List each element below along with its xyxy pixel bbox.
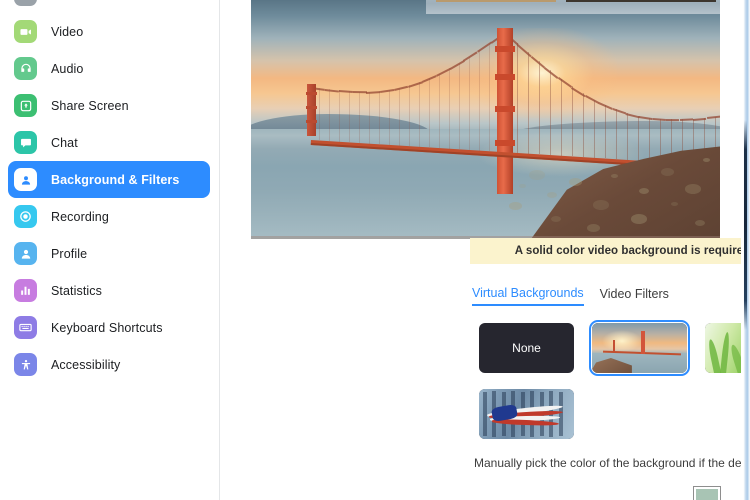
sidebar-item-share-screen[interactable]: Share Screen bbox=[8, 87, 210, 124]
manual-color-note: Manually pick the color of the backgroun… bbox=[474, 455, 750, 471]
sidebar-item-label: Recording bbox=[51, 209, 109, 224]
sidebar-item-general[interactable]: General bbox=[8, 0, 210, 13]
green-screen-warning-banner: A solid color video background is requir… bbox=[470, 238, 750, 264]
sidebar-item-statistics[interactable]: Statistics bbox=[8, 272, 210, 309]
window-right-edge bbox=[741, 0, 750, 500]
sidebar-item-label: Accessibility bbox=[51, 357, 121, 372]
thumb-image bbox=[479, 389, 574, 439]
tab-virtual-backgrounds[interactable]: Virtual Backgrounds bbox=[472, 286, 584, 306]
accessibility-icon bbox=[14, 353, 37, 376]
sidebar-item-background-and-filters[interactable]: Background & Filters bbox=[8, 161, 210, 198]
background-color-swatch[interactable] bbox=[693, 486, 721, 500]
preview-camera-wall-strip bbox=[426, 0, 720, 14]
preview-bridge-far-tower bbox=[306, 84, 317, 136]
record-icon bbox=[14, 205, 37, 228]
keyboard-icon bbox=[14, 316, 37, 339]
bar-chart-icon bbox=[14, 279, 37, 302]
background-thumb-golden-gate-bridge[interactable] bbox=[589, 320, 690, 376]
background-thumb-flag-and-building[interactable] bbox=[476, 386, 577, 442]
sidebar-nav-list: General Video Audio Share Screen bbox=[0, 0, 219, 383]
gear-icon bbox=[14, 0, 37, 6]
sidebar-item-recording[interactable]: Recording bbox=[8, 198, 210, 235]
chat-bubble-icon bbox=[14, 131, 37, 154]
tab-video-filters[interactable]: Video Filters bbox=[600, 287, 669, 305]
sidebar-item-label: Background & Filters bbox=[51, 172, 180, 187]
sidebar-item-label: General bbox=[51, 0, 96, 2]
thumb-image bbox=[592, 323, 687, 373]
preview-picture-frame-2 bbox=[566, 0, 716, 2]
person-icon bbox=[14, 242, 37, 265]
background-thumb-none[interactable]: None bbox=[476, 320, 577, 376]
background-and-filters-panel: A solid color video background is requir… bbox=[220, 0, 750, 500]
video-preview[interactable] bbox=[251, 0, 720, 239]
sidebar-item-keyboard-shortcuts[interactable]: Keyboard Shortcuts bbox=[8, 309, 210, 346]
sidebar-item-label: Share Screen bbox=[51, 98, 129, 113]
sidebar-item-video[interactable]: Video bbox=[8, 13, 210, 50]
background-tabs: Virtual Backgrounds Video Filters + bbox=[472, 284, 750, 308]
sidebar-item-accessibility[interactable]: Accessibility bbox=[8, 346, 210, 383]
scrollbar-thumb[interactable] bbox=[744, 120, 747, 330]
thumb-none-label: None bbox=[479, 323, 574, 373]
swatch-fill bbox=[696, 489, 718, 500]
banner-text: A solid color video background is requir… bbox=[514, 245, 750, 257]
sidebar-item-label: Chat bbox=[51, 135, 78, 150]
background-thumbnail-grid: None bbox=[476, 320, 750, 452]
camera-icon bbox=[14, 20, 37, 43]
preview-picture-frame-1 bbox=[436, 0, 556, 2]
note-text: Manually pick the color of the backgroun… bbox=[474, 456, 750, 470]
sidebar-item-chat[interactable]: Chat bbox=[8, 124, 210, 161]
sidebar-item-audio[interactable]: Audio bbox=[8, 50, 210, 87]
sidebar-item-label: Profile bbox=[51, 246, 88, 261]
sidebar-item-label: Audio bbox=[51, 61, 84, 76]
upload-icon bbox=[14, 94, 37, 117]
headset-icon bbox=[14, 57, 37, 80]
sidebar-item-label: Video bbox=[51, 24, 84, 39]
person-card-icon bbox=[14, 168, 37, 191]
zoom-settings-window: General Video Audio Share Screen bbox=[0, 0, 750, 500]
sidebar-item-label: Keyboard Shortcuts bbox=[51, 320, 163, 335]
color-swatch-row bbox=[474, 486, 750, 500]
preview-bridge-main-tower bbox=[495, 28, 515, 194]
sidebar-item-label: Statistics bbox=[51, 283, 103, 298]
settings-sidebar: General Video Audio Share Screen bbox=[0, 0, 220, 500]
sidebar-item-profile[interactable]: Profile bbox=[8, 235, 210, 272]
